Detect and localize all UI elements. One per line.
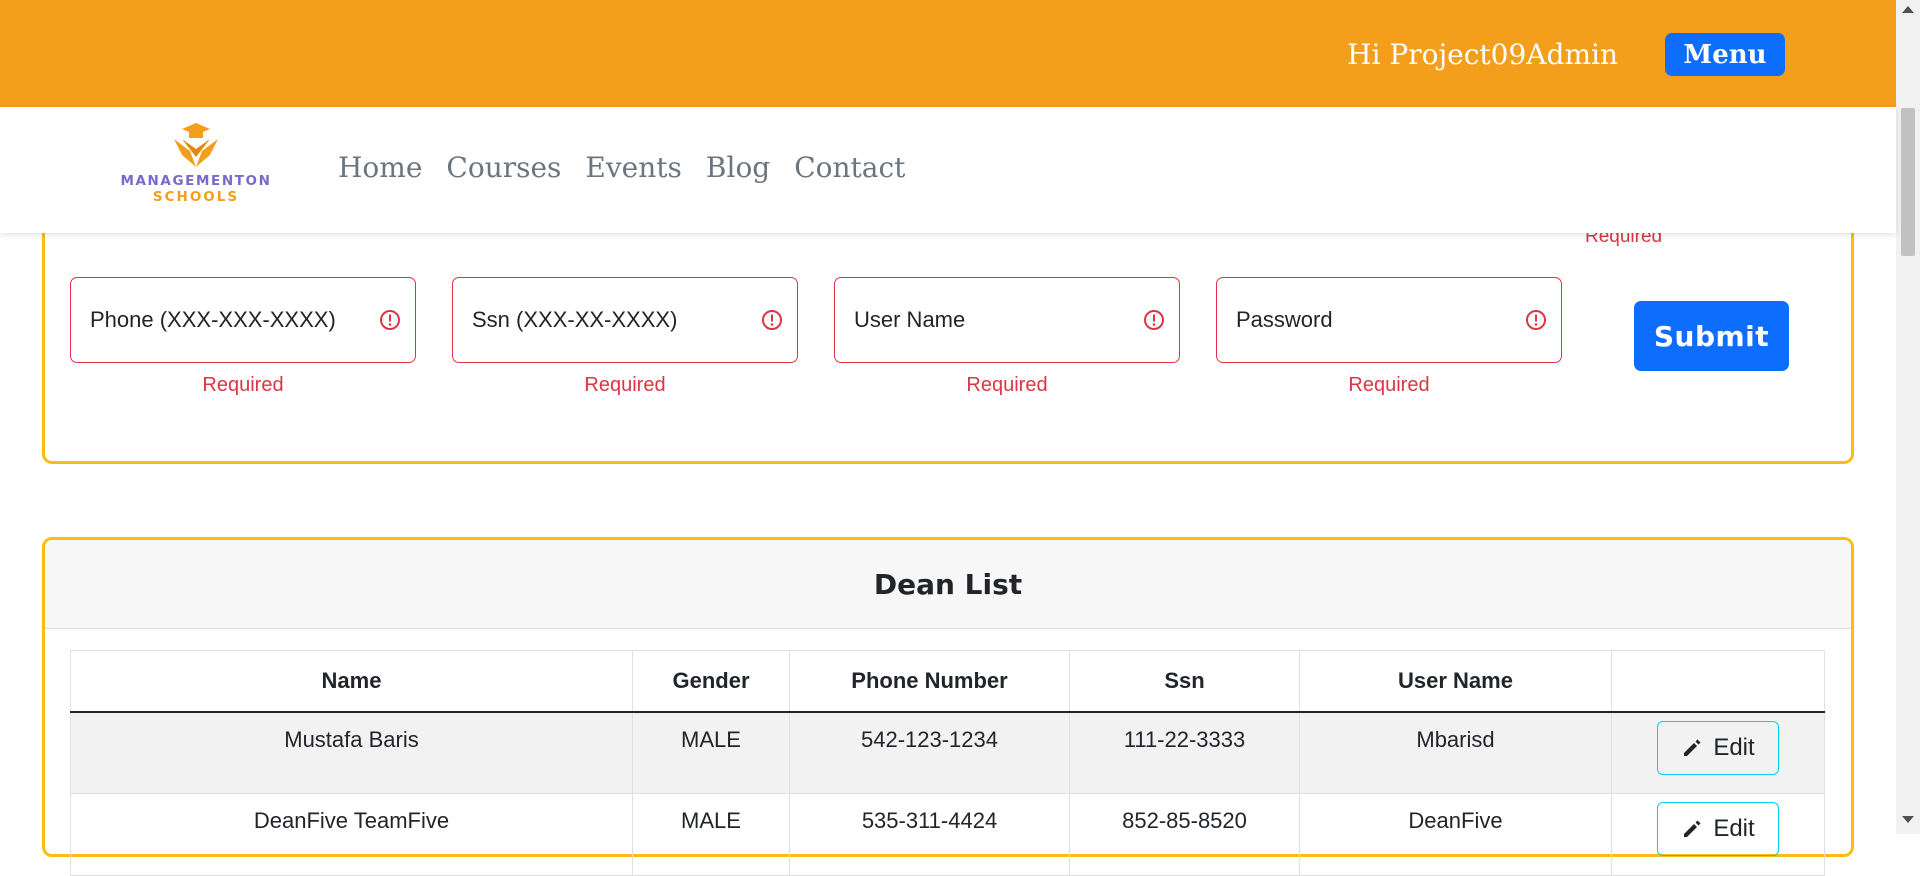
pencil-icon — [1684, 820, 1701, 837]
nav-item-blog[interactable]: Blog — [706, 151, 770, 184]
username-required-message: Required — [966, 374, 1048, 396]
cell-phone: 535-311-4424 — [789, 793, 1070, 876]
cell-actions: Edit — [1611, 711, 1825, 794]
col-header-ssn[interactable]: Ssn — [1069, 650, 1300, 713]
phone-required-message: Required — [202, 374, 284, 396]
password-field[interactable]: Password — [1216, 277, 1562, 363]
col-header-actions — [1611, 650, 1825, 713]
cell-phone: 542-123-1234 — [789, 711, 1070, 794]
username-placeholder: User Name — [854, 307, 966, 332]
edit-button[interactable]: Edit — [1657, 720, 1779, 775]
phone-placeholder: Phone (XXX-XXX-XXXX) — [90, 307, 336, 332]
edit-button-label: Edit — [1713, 733, 1755, 761]
scroll-up-arrow-icon[interactable] — [1902, 6, 1914, 13]
brand-logo[interactable]: MANAGEMENTON SCHOOLS — [118, 121, 274, 213]
ssn-field[interactable]: Ssn (XXX-XX-XXXX) — [452, 277, 798, 363]
pencil-icon — [1684, 739, 1701, 756]
exclamation-circle-icon — [1526, 310, 1546, 330]
cell-ssn: 111-22-3333 — [1069, 711, 1300, 794]
scroll-down-arrow-icon[interactable] — [1902, 816, 1914, 823]
cell-gender: MALE — [632, 793, 790, 876]
dean-list-title: Dean List — [45, 540, 1851, 629]
top-header-bar: Hi Project09Admin Menu — [0, 0, 1896, 107]
exclamation-circle-icon — [380, 310, 400, 330]
cell-actions: Edit — [1611, 793, 1825, 876]
exclamation-circle-icon — [762, 310, 782, 330]
page-scrollbar[interactable] — [1896, 0, 1920, 834]
nav-item-events[interactable]: Events — [585, 151, 681, 184]
cell-name: Mustafa Baris — [70, 711, 633, 794]
col-header-phone[interactable]: Phone Number — [789, 650, 1070, 713]
dean-table: Name Gender Phone Number Ssn User Name M… — [70, 650, 1825, 876]
exclamation-circle-icon — [1144, 310, 1164, 330]
nav-item-contact[interactable]: Contact — [794, 151, 905, 184]
edit-button[interactable]: Edit — [1657, 802, 1779, 856]
brand-line2: SCHOOLS — [152, 189, 240, 205]
col-header-name[interactable]: Name — [70, 650, 633, 713]
graduation-cap-logo-icon — [174, 123, 218, 167]
nav-links: Home Courses Events Blog Contact — [338, 151, 905, 184]
brand-line1: MANAGEMENTON — [120, 173, 272, 189]
cell-ssn: 852-85-8520 — [1069, 793, 1300, 876]
table-header-row: Name Gender Phone Number Ssn User Name — [70, 650, 1825, 713]
col-header-gender[interactable]: Gender — [632, 650, 790, 713]
submit-button[interactable]: Submit — [1634, 301, 1789, 371]
phone-field[interactable]: Phone (XXX-XXX-XXXX) — [70, 277, 416, 363]
scrollbar-thumb[interactable] — [1901, 108, 1915, 256]
table-row: Mustafa Baris MALE 542-123-1234 111-22-3… — [70, 711, 1825, 794]
password-placeholder: Password — [1236, 307, 1333, 332]
username-field[interactable]: User Name — [834, 277, 1180, 363]
ssn-required-message: Required — [584, 374, 666, 396]
greeting-text: Hi Project09Admin — [1347, 38, 1618, 71]
cell-username: Mbarisd — [1299, 711, 1612, 794]
edit-button-label: Edit — [1713, 815, 1755, 842]
ssn-placeholder: Ssn (XXX-XX-XXXX) — [472, 307, 678, 332]
cell-gender: MALE — [632, 711, 790, 794]
password-required-message: Required — [1348, 374, 1430, 396]
nav-item-home[interactable]: Home — [338, 151, 422, 184]
main-navbar: MANAGEMENTON SCHOOLS Home Courses Events… — [0, 107, 1896, 233]
menu-button[interactable]: Menu — [1665, 33, 1785, 76]
cell-username: DeanFive — [1299, 793, 1612, 876]
col-header-username[interactable]: User Name — [1299, 650, 1612, 713]
nav-item-courses[interactable]: Courses — [446, 151, 561, 184]
cell-name: DeanFive TeamFive — [70, 793, 633, 876]
table-row: DeanFive TeamFive MALE 535-311-4424 852-… — [70, 793, 1825, 876]
